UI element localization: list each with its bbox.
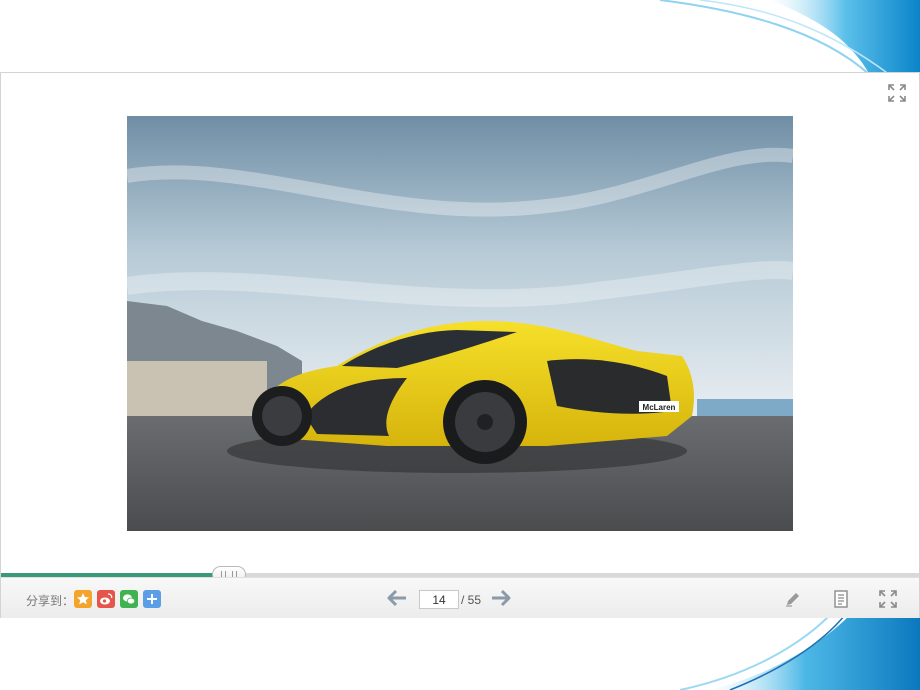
document-icon[interactable] bbox=[831, 589, 851, 609]
weibo-icon bbox=[97, 590, 115, 608]
car-badge-text: McLaren bbox=[643, 403, 676, 412]
share-qzone-button[interactable] bbox=[74, 590, 92, 608]
star-icon bbox=[74, 590, 92, 608]
page-number-input[interactable] bbox=[419, 590, 459, 609]
share-wechat-button[interactable] bbox=[120, 590, 138, 608]
fullscreen-icon[interactable] bbox=[887, 83, 907, 103]
slide-photo: McLaren bbox=[127, 116, 793, 531]
wechat-icon bbox=[120, 590, 138, 608]
fullscreen-icon[interactable] bbox=[878, 589, 898, 609]
decorative-swoosh-top bbox=[659, 0, 920, 75]
document-viewer: McLaren 分享到： 14 / 55 bbox=[0, 72, 920, 618]
car-photo-illustration: McLaren bbox=[127, 116, 793, 531]
page-total: / 55 bbox=[461, 593, 482, 607]
previous-page-arrow-icon[interactable] bbox=[386, 589, 408, 607]
share-weibo-button[interactable] bbox=[97, 590, 115, 608]
share-label: 分享到： bbox=[26, 594, 75, 608]
share-more-button[interactable] bbox=[143, 590, 161, 608]
plus-icon bbox=[143, 590, 161, 608]
next-page-arrow-icon[interactable] bbox=[490, 589, 512, 607]
decorative-swoosh-bottom bbox=[679, 615, 920, 690]
bottom-toolbar: 分享到： 14 / 55 bbox=[1, 577, 919, 618]
edit-pencil-icon[interactable] bbox=[783, 589, 803, 609]
